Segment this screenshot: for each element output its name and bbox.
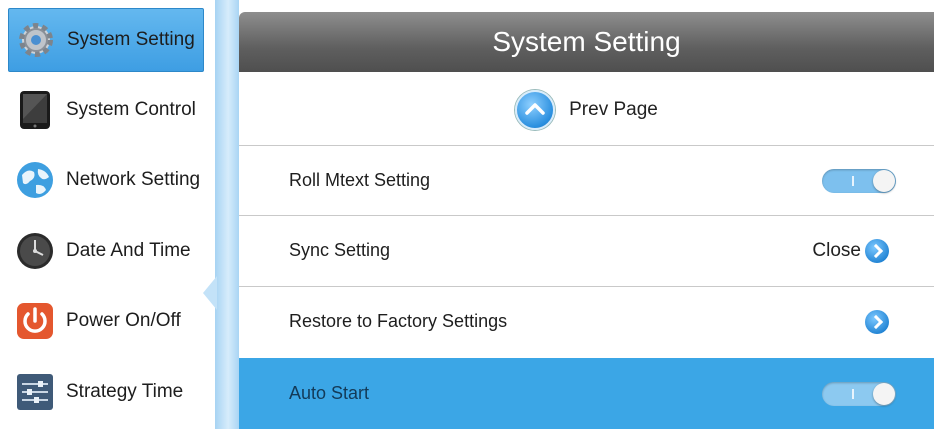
sidebar-divider <box>215 0 239 429</box>
page-title: System Setting <box>239 12 934 72</box>
chevron-right-icon[interactable] <box>865 238 889 263</box>
gear-icon <box>15 19 57 61</box>
sync-value: Close <box>812 239 861 261</box>
sidebar-item-label: Date And Time <box>66 240 191 261</box>
setting-row-sync[interactable]: Sync Setting Close <box>239 215 934 285</box>
setting-label: Restore to Factory Settings <box>289 311 508 331</box>
setting-label: Auto Start <box>289 383 370 403</box>
power-icon <box>14 300 56 342</box>
sidebar-item-label: System Setting <box>67 29 195 50</box>
sliders-icon <box>14 371 56 413</box>
selection-pointer <box>203 276 217 310</box>
setting-label: Roll Mtext Setting <box>289 170 431 190</box>
sidebar-item-system-control[interactable]: System Control <box>8 78 204 142</box>
roll-mtext-toggle[interactable] <box>822 168 896 193</box>
globe-icon <box>14 159 56 201</box>
chevron-up-icon <box>515 90 556 130</box>
setting-label: Sync Setting <box>289 240 391 260</box>
tablet-icon <box>14 89 56 131</box>
prev-page-label: Prev Page <box>569 99 658 120</box>
setting-row-restore-factory[interactable]: Restore to Factory Settings <box>239 286 934 356</box>
setting-row-auto-start[interactable]: Auto Start <box>239 358 934 429</box>
sidebar: System Setting System Control Network Se… <box>0 0 215 429</box>
sidebar-item-label: Network Setting <box>66 169 201 190</box>
chevron-right-icon[interactable] <box>865 309 889 334</box>
prev-page-button[interactable]: Prev Page <box>239 76 934 144</box>
auto-start-toggle[interactable] <box>822 381 896 406</box>
setting-row-roll-mtext[interactable]: Roll Mtext Setting <box>239 145 934 215</box>
clock-icon <box>14 230 56 272</box>
sidebar-item-strategy-time[interactable]: Strategy Time <box>8 360 204 424</box>
sidebar-item-power-on-off[interactable]: Power On/Off <box>8 289 204 353</box>
settings-panel: System Setting Prev Page Roll Mtext Sett… <box>239 12 934 429</box>
sidebar-item-date-and-time[interactable]: Date And Time <box>8 219 204 283</box>
sidebar-item-system-setting[interactable]: System Setting <box>8 8 204 72</box>
sidebar-item-label: Strategy Time <box>66 381 184 402</box>
sidebar-item-label: System Control <box>66 99 196 120</box>
sidebar-item-network-setting[interactable]: Network Setting <box>8 148 204 212</box>
sidebar-item-label: Power On/Off <box>66 310 181 331</box>
